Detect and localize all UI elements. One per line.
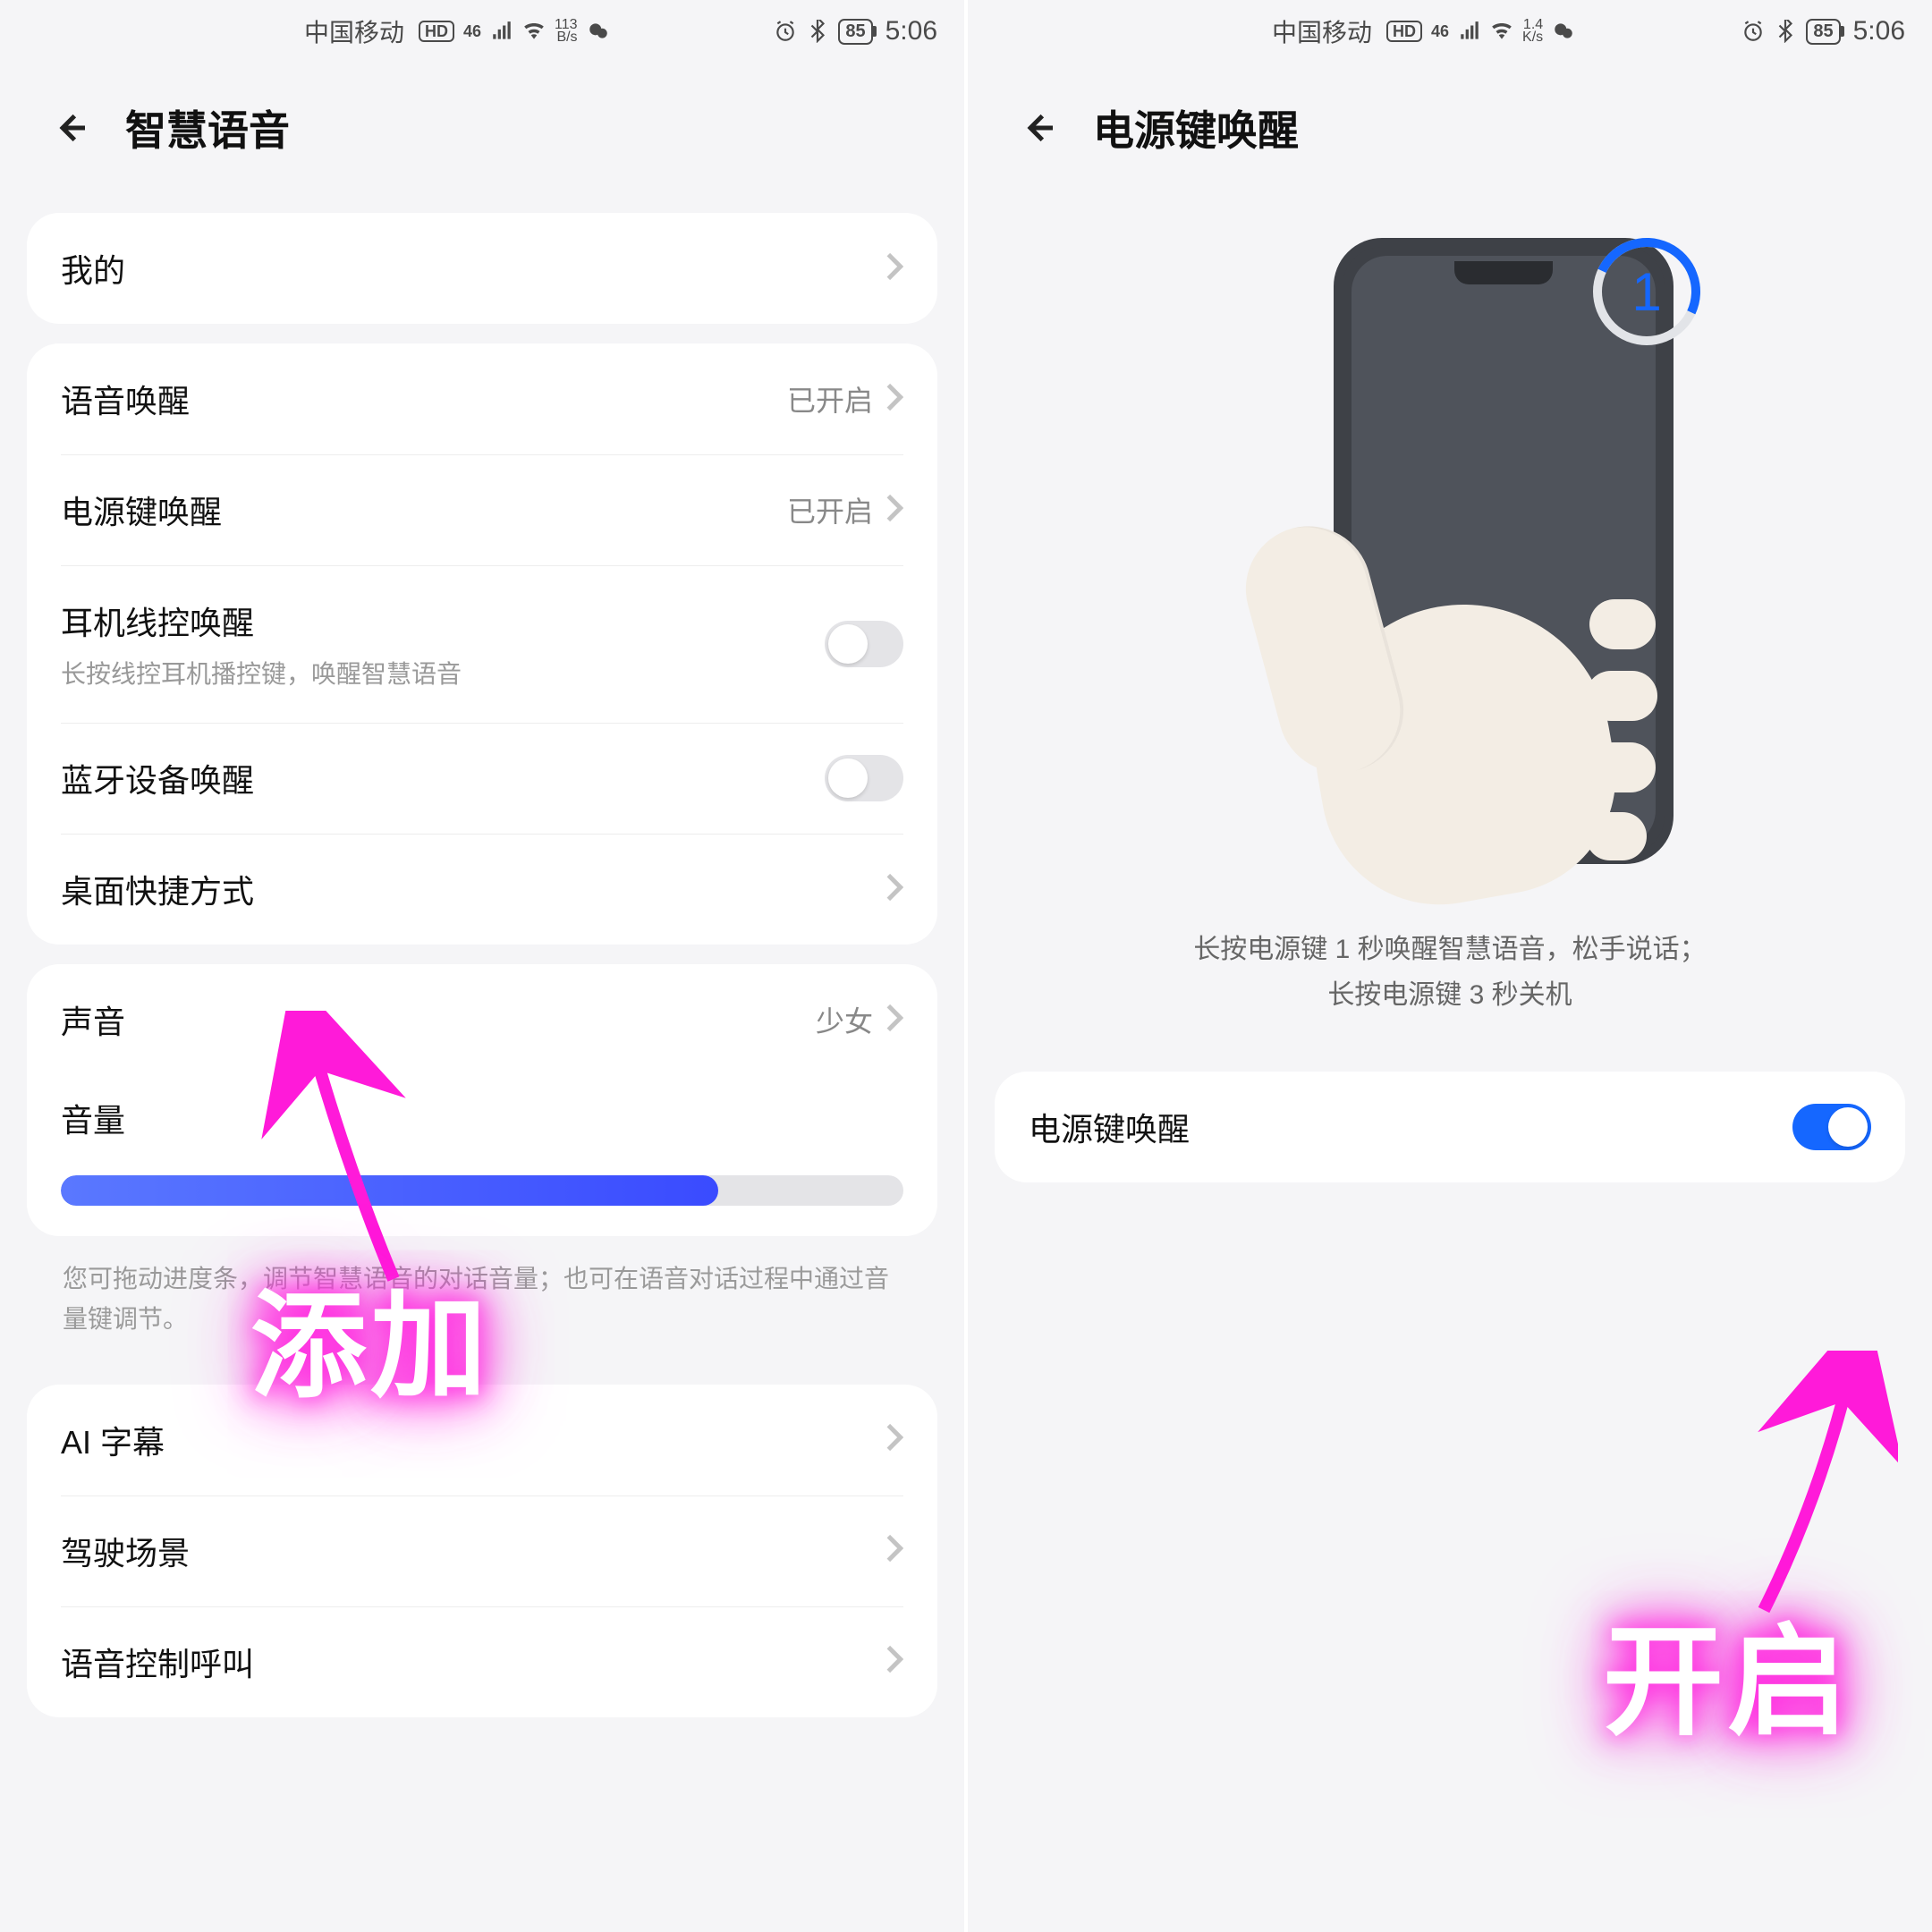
- wifi-icon: [1490, 20, 1513, 43]
- status-bar: 中国移动 HD 46 113 B/s 85 5:06: [0, 0, 964, 63]
- settings-group-wakeup: 语音唤醒 已开启 电源键唤醒 已开启 耳机线控唤醒 长按线控耳机播控键，唤醒智慧…: [27, 343, 937, 945]
- row-desktop-shortcut[interactable]: 桌面快捷方式: [27, 834, 937, 945]
- network-type-icon: 46: [1431, 22, 1449, 41]
- row-label: 蓝牙设备唤醒: [61, 755, 254, 801]
- page-header: 智慧语音: [0, 63, 964, 193]
- annotation-label-enable: 开启: [1603, 1583, 1852, 1758]
- settings-group-mine: 我的: [27, 213, 937, 324]
- row-label: 语音唤醒: [61, 376, 190, 422]
- settings-group-features: AI 字幕 驾驶场景 语音控制呼叫: [27, 1385, 937, 1717]
- back-button[interactable]: [54, 110, 89, 146]
- row-power-wakeup[interactable]: 电源键唤醒 已开启: [27, 454, 937, 565]
- page-title: 智慧语音: [125, 98, 290, 157]
- back-button[interactable]: [1021, 110, 1057, 146]
- row-ai-subtitle[interactable]: AI 字幕: [27, 1385, 937, 1496]
- bluetooth-icon: [1774, 20, 1797, 43]
- screen-power-wakeup: 中国移动 HD 46 1.4 K/s 85 5:06 电源键唤醒: [968, 0, 1932, 1932]
- wechat-icon: [1552, 20, 1575, 43]
- battery-icon: 85: [838, 19, 872, 45]
- row-sublabel: 长按线控耳机播控键，唤醒智慧语音: [61, 655, 462, 691]
- toggle-bluetooth-wakeup[interactable]: [825, 755, 903, 801]
- alarm-icon: [774, 20, 797, 43]
- volume-slider[interactable]: [61, 1175, 903, 1206]
- row-label: AI 字幕: [61, 1417, 165, 1463]
- page-header: 电源键唤醒: [968, 63, 1932, 193]
- chevron-right-icon: [886, 382, 903, 417]
- chevron-right-icon: [886, 1422, 903, 1457]
- battery-icon: 85: [1806, 19, 1840, 45]
- row-voice-style[interactable]: 声音 少女: [27, 964, 937, 1075]
- illustration-caption: 长按电源键 1 秒唤醒智慧语音，松手说话； 长按电源键 3 秒关机: [1193, 927, 1706, 1018]
- row-label: 桌面快捷方式: [61, 866, 254, 912]
- data-rate: 113 B/s: [555, 19, 578, 44]
- row-bluetooth-wakeup[interactable]: 蓝牙设备唤醒: [27, 723, 937, 834]
- arrow-left-icon: [1021, 109, 1057, 147]
- chevron-right-icon: [886, 1533, 903, 1568]
- wechat-icon: [587, 20, 610, 43]
- wifi-icon: [522, 20, 546, 43]
- chevron-right-icon: [886, 251, 903, 286]
- row-label: 语音控制呼叫: [61, 1639, 254, 1685]
- status-bar: 中国移动 HD 46 1.4 K/s 85 5:06: [968, 0, 1932, 63]
- hd-icon: HD: [419, 21, 454, 42]
- row-headset-wakeup[interactable]: 耳机线控唤醒 长按线控耳机播控键，唤醒智慧语音: [27, 565, 937, 723]
- toggle-headset-wakeup[interactable]: [825, 621, 903, 667]
- row-driving-mode[interactable]: 驾驶场景: [27, 1496, 937, 1606]
- hand-illustration: [1217, 497, 1682, 900]
- annotation-arrow-enable: [1701, 1351, 1898, 1619]
- row-value: 少女: [816, 999, 873, 1040]
- row-label: 耳机线控唤醒: [61, 597, 462, 644]
- screen-smart-voice: 中国移动 HD 46 113 B/s 85 5:06 智慧语音 我的: [0, 0, 964, 1932]
- network-type-icon: 46: [463, 22, 481, 41]
- data-rate: 1.4 K/s: [1522, 19, 1543, 44]
- bluetooth-icon: [806, 20, 829, 43]
- row-voice-wakeup[interactable]: 语音唤醒 已开启: [27, 343, 937, 454]
- settings-group-power-toggle: 电源键唤醒: [995, 1072, 1905, 1182]
- alarm-icon: [1741, 20, 1765, 43]
- row-power-wakeup-toggle[interactable]: 电源键唤醒: [995, 1072, 1905, 1182]
- carrier-label: 中国移动: [304, 13, 404, 49]
- row-mine[interactable]: 我的: [27, 213, 937, 324]
- clock-time: 5:06: [886, 16, 937, 47]
- row-label: 声音: [61, 996, 125, 1043]
- chevron-right-icon: [886, 1644, 903, 1679]
- step-number: 1: [1631, 261, 1661, 323]
- arrow-left-icon: [54, 109, 89, 147]
- row-label: 电源键唤醒: [61, 487, 222, 533]
- row-label: 音量: [61, 1095, 903, 1141]
- volume-hint: 您可拖动进度条，调节智慧语音的对话音量；也可在语音对话过程中通过音量键调节。: [27, 1259, 937, 1340]
- row-label: 电源键唤醒: [1029, 1104, 1190, 1150]
- row-label: 驾驶场景: [61, 1528, 190, 1574]
- row-label: 我的: [61, 245, 125, 292]
- step-indicator: 1: [1593, 238, 1700, 345]
- signal-icon: [490, 20, 513, 43]
- page-title: 电源键唤醒: [1093, 98, 1299, 157]
- row-volume: 音量: [27, 1075, 937, 1236]
- row-value: 已开启: [787, 378, 873, 419]
- chevron-right-icon: [886, 493, 903, 528]
- chevron-right-icon: [886, 1003, 903, 1038]
- chevron-right-icon: [886, 872, 903, 907]
- row-value: 已开启: [787, 489, 873, 530]
- settings-group-sound: 声音 少女 音量: [27, 964, 937, 1236]
- hd-icon: HD: [1386, 21, 1422, 42]
- row-voice-call-control[interactable]: 语音控制呼叫: [27, 1606, 937, 1717]
- clock-time: 5:06: [1853, 16, 1905, 47]
- toggle-power-wakeup[interactable]: [1792, 1104, 1871, 1150]
- signal-icon: [1458, 20, 1481, 43]
- illustration: 1 长按电源键 1 秒唤醒智慧语音，松手说话； 长按电源键 3 秒关机: [1004, 238, 1896, 1018]
- carrier-label: 中国移动: [1272, 13, 1372, 49]
